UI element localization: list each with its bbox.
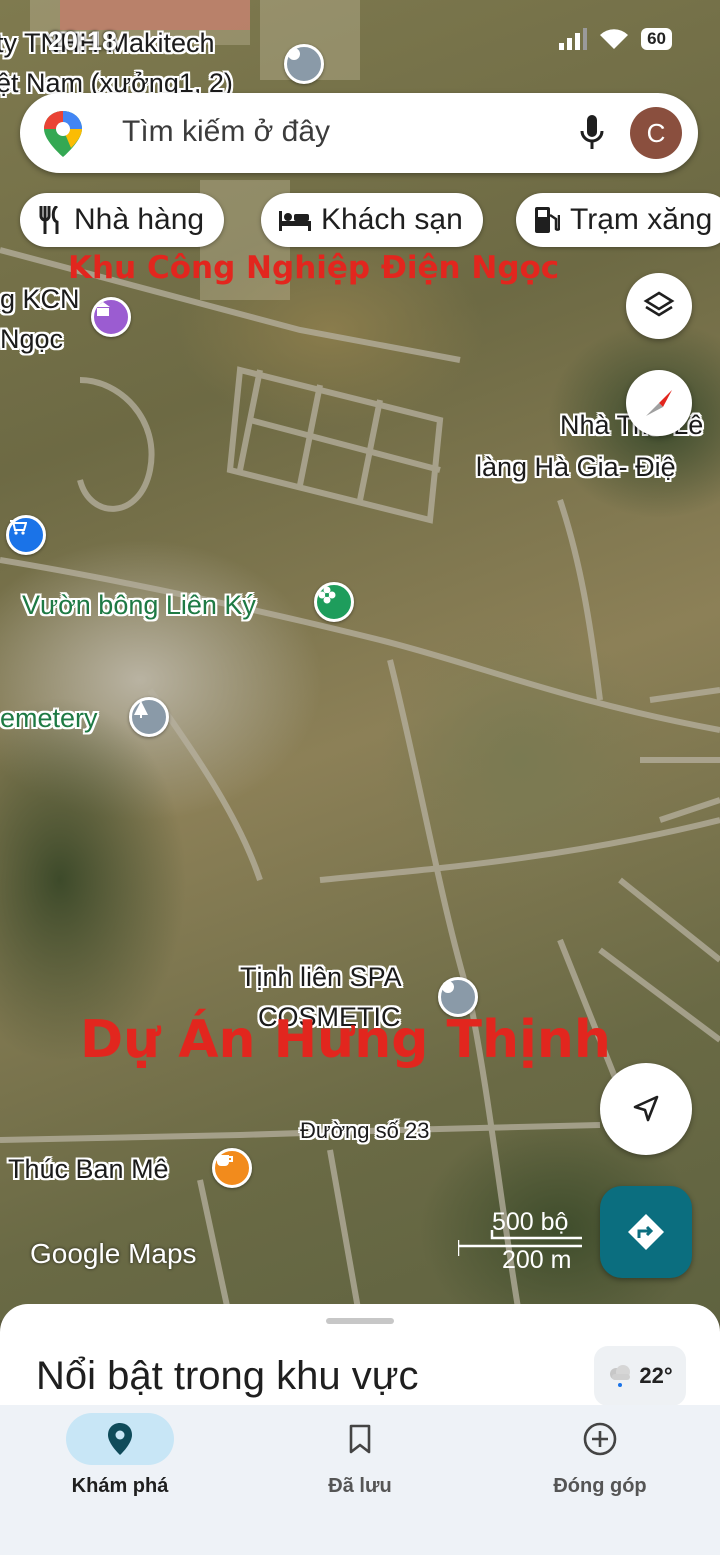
location-dot-icon: [442, 981, 454, 993]
chip-label: Khách sạn: [321, 203, 463, 236]
compass-button[interactable]: [626, 370, 692, 436]
government-building-icon: [96, 302, 110, 316]
nav-pill: [546, 1413, 654, 1465]
layers-button[interactable]: [626, 273, 692, 339]
coffee-cup-icon: [217, 1155, 233, 1166]
location-dot-icon: [288, 48, 300, 60]
map-label-nha-tho-2: làng Hà Gia- Điệ: [476, 452, 676, 482]
my-location-button[interactable]: [600, 1063, 692, 1155]
wifi-icon: [600, 29, 629, 49]
flower-icon: [318, 586, 336, 604]
overlay-industrial-zone: Khu Công Nghiệp Điện Ngọc: [68, 250, 560, 286]
map-label-kcn-2: Ngọc: [0, 324, 64, 354]
google-maps-pin-icon: [44, 111, 82, 157]
cloud-rain-icon: [610, 1365, 631, 1387]
hotel-icon: [279, 211, 311, 231]
avatar[interactable]: C: [630, 107, 682, 159]
chip-label: Trạm xăng: [570, 203, 713, 236]
nav-contribute[interactable]: Đóng góp: [480, 1405, 720, 1555]
map-label-road: Đường số 23: [300, 1118, 430, 1143]
search-bar[interactable]: Tìm kiếm ở đây C: [20, 93, 698, 173]
map-label-vuon-bong: Vườn bông Liên Ký: [22, 590, 256, 620]
bottom-navigation: Khám phá Đã lưu Đóng góp: [0, 1405, 720, 1555]
google-maps-attribution: Google Maps: [30, 1238, 197, 1269]
nav-label: Đóng góp: [553, 1475, 647, 1497]
bookmark-icon: [349, 1424, 371, 1454]
poi-marker-flower-garden[interactable]: [314, 582, 354, 622]
location-pin-icon: [108, 1423, 132, 1455]
navigation-arrow-icon: [633, 1095, 659, 1122]
add-circle-icon: [583, 1422, 617, 1456]
poi-marker-makitech[interactable]: [284, 44, 324, 84]
status-time: 20:18: [48, 26, 118, 56]
chip-gas-stations[interactable]: Trạm xăng: [516, 193, 720, 247]
shopping-cart-icon: [10, 520, 27, 535]
poi-marker-kcn[interactable]: [91, 297, 131, 337]
restaurant-icon: [39, 206, 59, 234]
chip-restaurants[interactable]: Nhà hàng: [20, 193, 225, 247]
gas-station-icon: [535, 207, 560, 233]
nav-saved[interactable]: Đã lưu: [240, 1405, 480, 1555]
scale-imperial: 500 bộ: [492, 1208, 569, 1236]
map-label-kcn-1: g KCN: [0, 284, 80, 314]
map-label-cafe: Thúc Ban Mê: [8, 1154, 169, 1184]
compass-icon: [646, 390, 672, 416]
sheet-drag-handle[interactable]: [326, 1318, 394, 1324]
signal-icon: [559, 28, 588, 50]
status-icons: 60: [559, 28, 672, 50]
temperature: 22°: [639, 1363, 673, 1388]
search-input[interactable]: Tìm kiếm ở đây: [122, 115, 330, 149]
nav-pill: [66, 1413, 174, 1465]
map-label-spa-1: Tịnh liên SPA: [240, 962, 402, 992]
microphone-icon[interactable]: [580, 115, 604, 151]
map-label-cemetery: emetery: [0, 703, 98, 733]
scale-metric: 200 m: [502, 1246, 572, 1274]
nav-label: Đã lưu: [328, 1475, 392, 1497]
poi-marker-cemetery[interactable]: [129, 697, 169, 737]
poi-marker-cafe[interactable]: [212, 1148, 252, 1188]
poi-marker-shop[interactable]: [6, 515, 46, 555]
chip-label: Nhà hàng: [74, 203, 205, 236]
battery-indicator: 60: [641, 28, 672, 50]
sheet-title: Nổi bật trong khu vực: [36, 1354, 419, 1398]
nav-pill: [306, 1413, 414, 1465]
directions-icon: [628, 1214, 664, 1250]
cemetery-icon: [134, 701, 148, 718]
weather-badge[interactable]: 22°: [594, 1346, 686, 1406]
nav-label: Khám phá: [71, 1475, 169, 1497]
overlay-project-name: Dự Án Hưng Thịnh: [80, 1010, 611, 1070]
layers-icon: [643, 291, 675, 317]
directions-button[interactable]: [600, 1186, 692, 1278]
nav-explore[interactable]: Khám phá: [0, 1405, 240, 1555]
chip-hotels[interactable]: Khách sạn: [261, 193, 483, 247]
